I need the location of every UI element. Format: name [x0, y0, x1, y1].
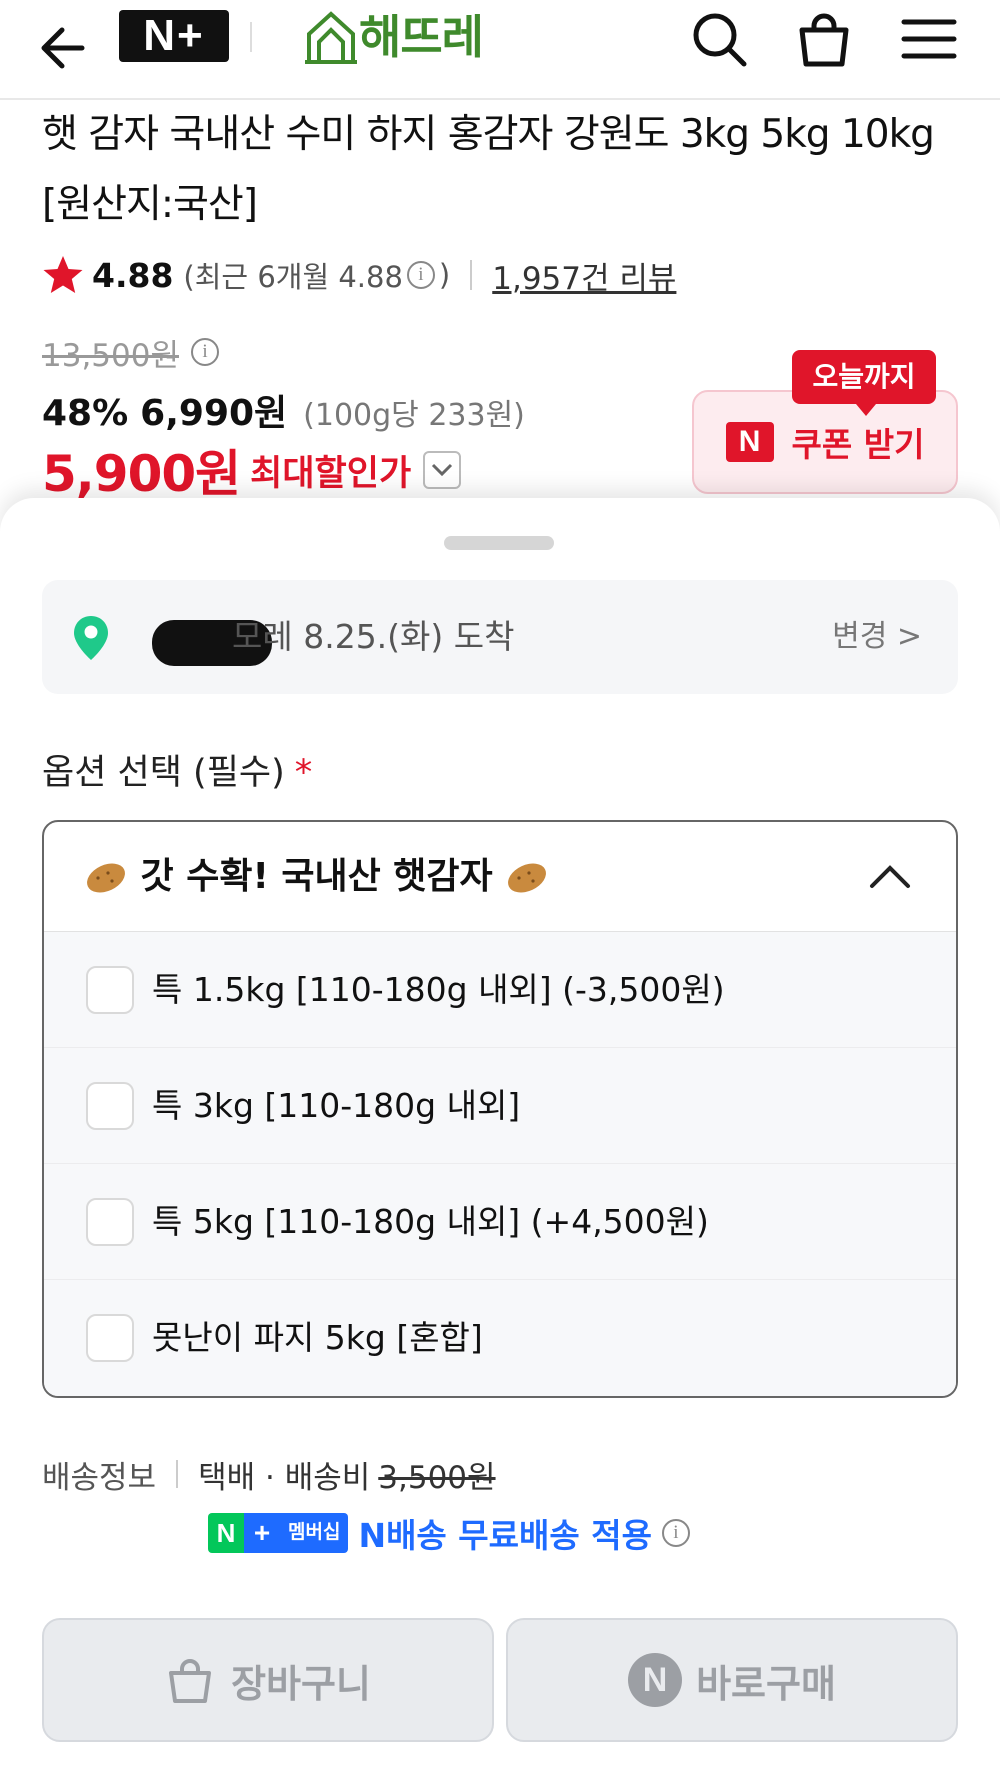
potato-icon	[508, 863, 547, 893]
option-select: 갓 수확! 국내산 햇감자 특 1.5kg [110-180g 내외] (-3,…	[42, 820, 958, 1398]
change-address-link[interactable]: 변경 >	[832, 613, 922, 661]
naver-pay-icon: N	[628, 1653, 683, 1707]
option-checkbox[interactable]	[86, 1198, 134, 1246]
original-price: 13,500원	[42, 337, 179, 374]
option-label: 특 1.5kg [110-180g 내외] (-3,500원)	[152, 970, 725, 1009]
sheet-drag-handle[interactable]	[444, 536, 554, 550]
delivery-arrival: 모레 8.25.(화) 도착	[232, 617, 515, 656]
rating-recent-close: )	[438, 258, 451, 292]
header-divider	[250, 22, 252, 52]
original-price-row: 13,500원 i	[42, 330, 223, 374]
delivery-info-box: 모레 8.25.(화) 도착 변경 >	[42, 580, 958, 694]
naver-plus-logo[interactable]: N+	[119, 10, 229, 62]
badge-plus: +	[244, 1513, 280, 1553]
buy-now-button[interactable]: N 바로구매	[506, 1618, 958, 1742]
best-price: 5,900원	[42, 445, 241, 503]
option-heading: 옵션 선택 (필수) *	[42, 748, 312, 798]
coupon-label: 쿠폰 받기	[791, 425, 925, 464]
option-label: 못난이 파지 5kg [혼합]	[152, 1318, 483, 1357]
option-heading-text: 옵션 선택 (필수)	[42, 753, 285, 793]
search-icon[interactable]	[688, 8, 752, 72]
option-item[interactable]: 특 3kg [110-180g 내외]	[44, 1048, 956, 1164]
product-title: 햇 감자 국내산 수미 하지 홍감자 강원도 3kg 5kg 10kg [원산지…	[42, 112, 935, 227]
add-to-cart-label: 장바구니	[231, 1661, 371, 1706]
store-name: 해뜨레	[359, 10, 484, 64]
option-group-header[interactable]: 갓 수확! 국내산 햇감자	[44, 822, 956, 932]
naver-plus-membership-badge: N + 멤버십	[208, 1513, 349, 1553]
info-icon[interactable]: i	[406, 261, 435, 289]
hamburger-menu-icon[interactable]	[898, 10, 960, 68]
option-label: 특 3kg [110-180g 내외]	[152, 1086, 521, 1125]
shipping-divider	[176, 1460, 179, 1488]
option-group-title: 갓 수확! 국내산 햇감자	[140, 856, 493, 897]
sale-price-row: 48% 6,990원 (100g당 233원)	[42, 384, 525, 434]
rating-divider	[470, 260, 473, 290]
review-count-link[interactable]: 1,957건 리뷰	[492, 253, 676, 298]
unit-price: (100g당 233원)	[303, 398, 525, 433]
option-checkbox[interactable]	[86, 1082, 134, 1130]
option-item[interactable]: 특 1.5kg [110-180g 내외] (-3,500원)	[44, 932, 956, 1048]
badge-n: N	[208, 1513, 244, 1553]
shipping-method: 택배 · 배송비	[198, 1459, 371, 1496]
best-price-label: 최대할인가	[250, 453, 412, 494]
rating-recent: (최근 6개월 4.88	[183, 260, 403, 294]
coupon-button[interactable]: N 쿠폰 받기	[692, 390, 958, 494]
rating-score: 4.88	[92, 255, 174, 295]
badge-member: 멤버십	[280, 1513, 349, 1553]
option-checkbox[interactable]	[86, 966, 134, 1014]
option-checkbox[interactable]	[86, 1314, 134, 1362]
cart-icon	[169, 1659, 212, 1703]
option-item[interactable]: 못난이 파지 5kg [혼합]	[44, 1280, 956, 1396]
add-to-cart-button[interactable]: 장바구니	[42, 1618, 494, 1742]
buy-now-label: 바로구매	[696, 1661, 836, 1706]
potato-icon	[87, 863, 125, 893]
option-item[interactable]: 특 5kg [110-180g 내외] (+4,500원)	[44, 1164, 956, 1280]
price-info-icon[interactable]: i	[191, 338, 219, 366]
today-only-badge: 오늘까지	[792, 350, 936, 416]
required-mark: *	[294, 753, 313, 793]
info-icon[interactable]: i	[661, 1519, 690, 1547]
discount-rate: 48%	[42, 393, 129, 434]
free-shipping-text: N배송 무료배송 적용	[358, 1516, 652, 1555]
best-price-row: 5,900원 최대할인가	[42, 440, 462, 503]
location-pin-icon	[74, 616, 108, 660]
naver-n-icon: N	[725, 422, 774, 462]
top-header: N+ 해뜨레	[0, 0, 1000, 100]
option-group-title-row: 갓 수확! 국내산 햇감자	[84, 850, 549, 904]
shipping-label: 배송정보	[42, 1459, 157, 1496]
membership-row: N + 멤버십 N배송 무료배송 적용 i	[208, 1508, 694, 1558]
shipping-fee-original: 3,500원	[378, 1459, 496, 1496]
rating-row: 4.88 (최근 6개월 4.88 i ) 1,957건 리뷰	[42, 250, 942, 300]
chevron-up-icon[interactable]	[868, 856, 912, 896]
cart-icon[interactable]	[792, 8, 856, 72]
store-logo[interactable]: 해뜨레	[305, 6, 495, 68]
chevron-down-icon[interactable]	[423, 451, 462, 489]
back-arrow-icon[interactable]	[36, 14, 92, 74]
shipping-info-row: 배송정보 택배 · 배송비 3,500원	[42, 1448, 496, 1500]
option-label: 특 5kg [110-180g 내외] (+4,500원)	[152, 1202, 709, 1241]
house-logo-icon	[305, 11, 357, 64]
star-icon	[43, 256, 83, 293]
sale-price: 6,990원	[140, 393, 288, 434]
